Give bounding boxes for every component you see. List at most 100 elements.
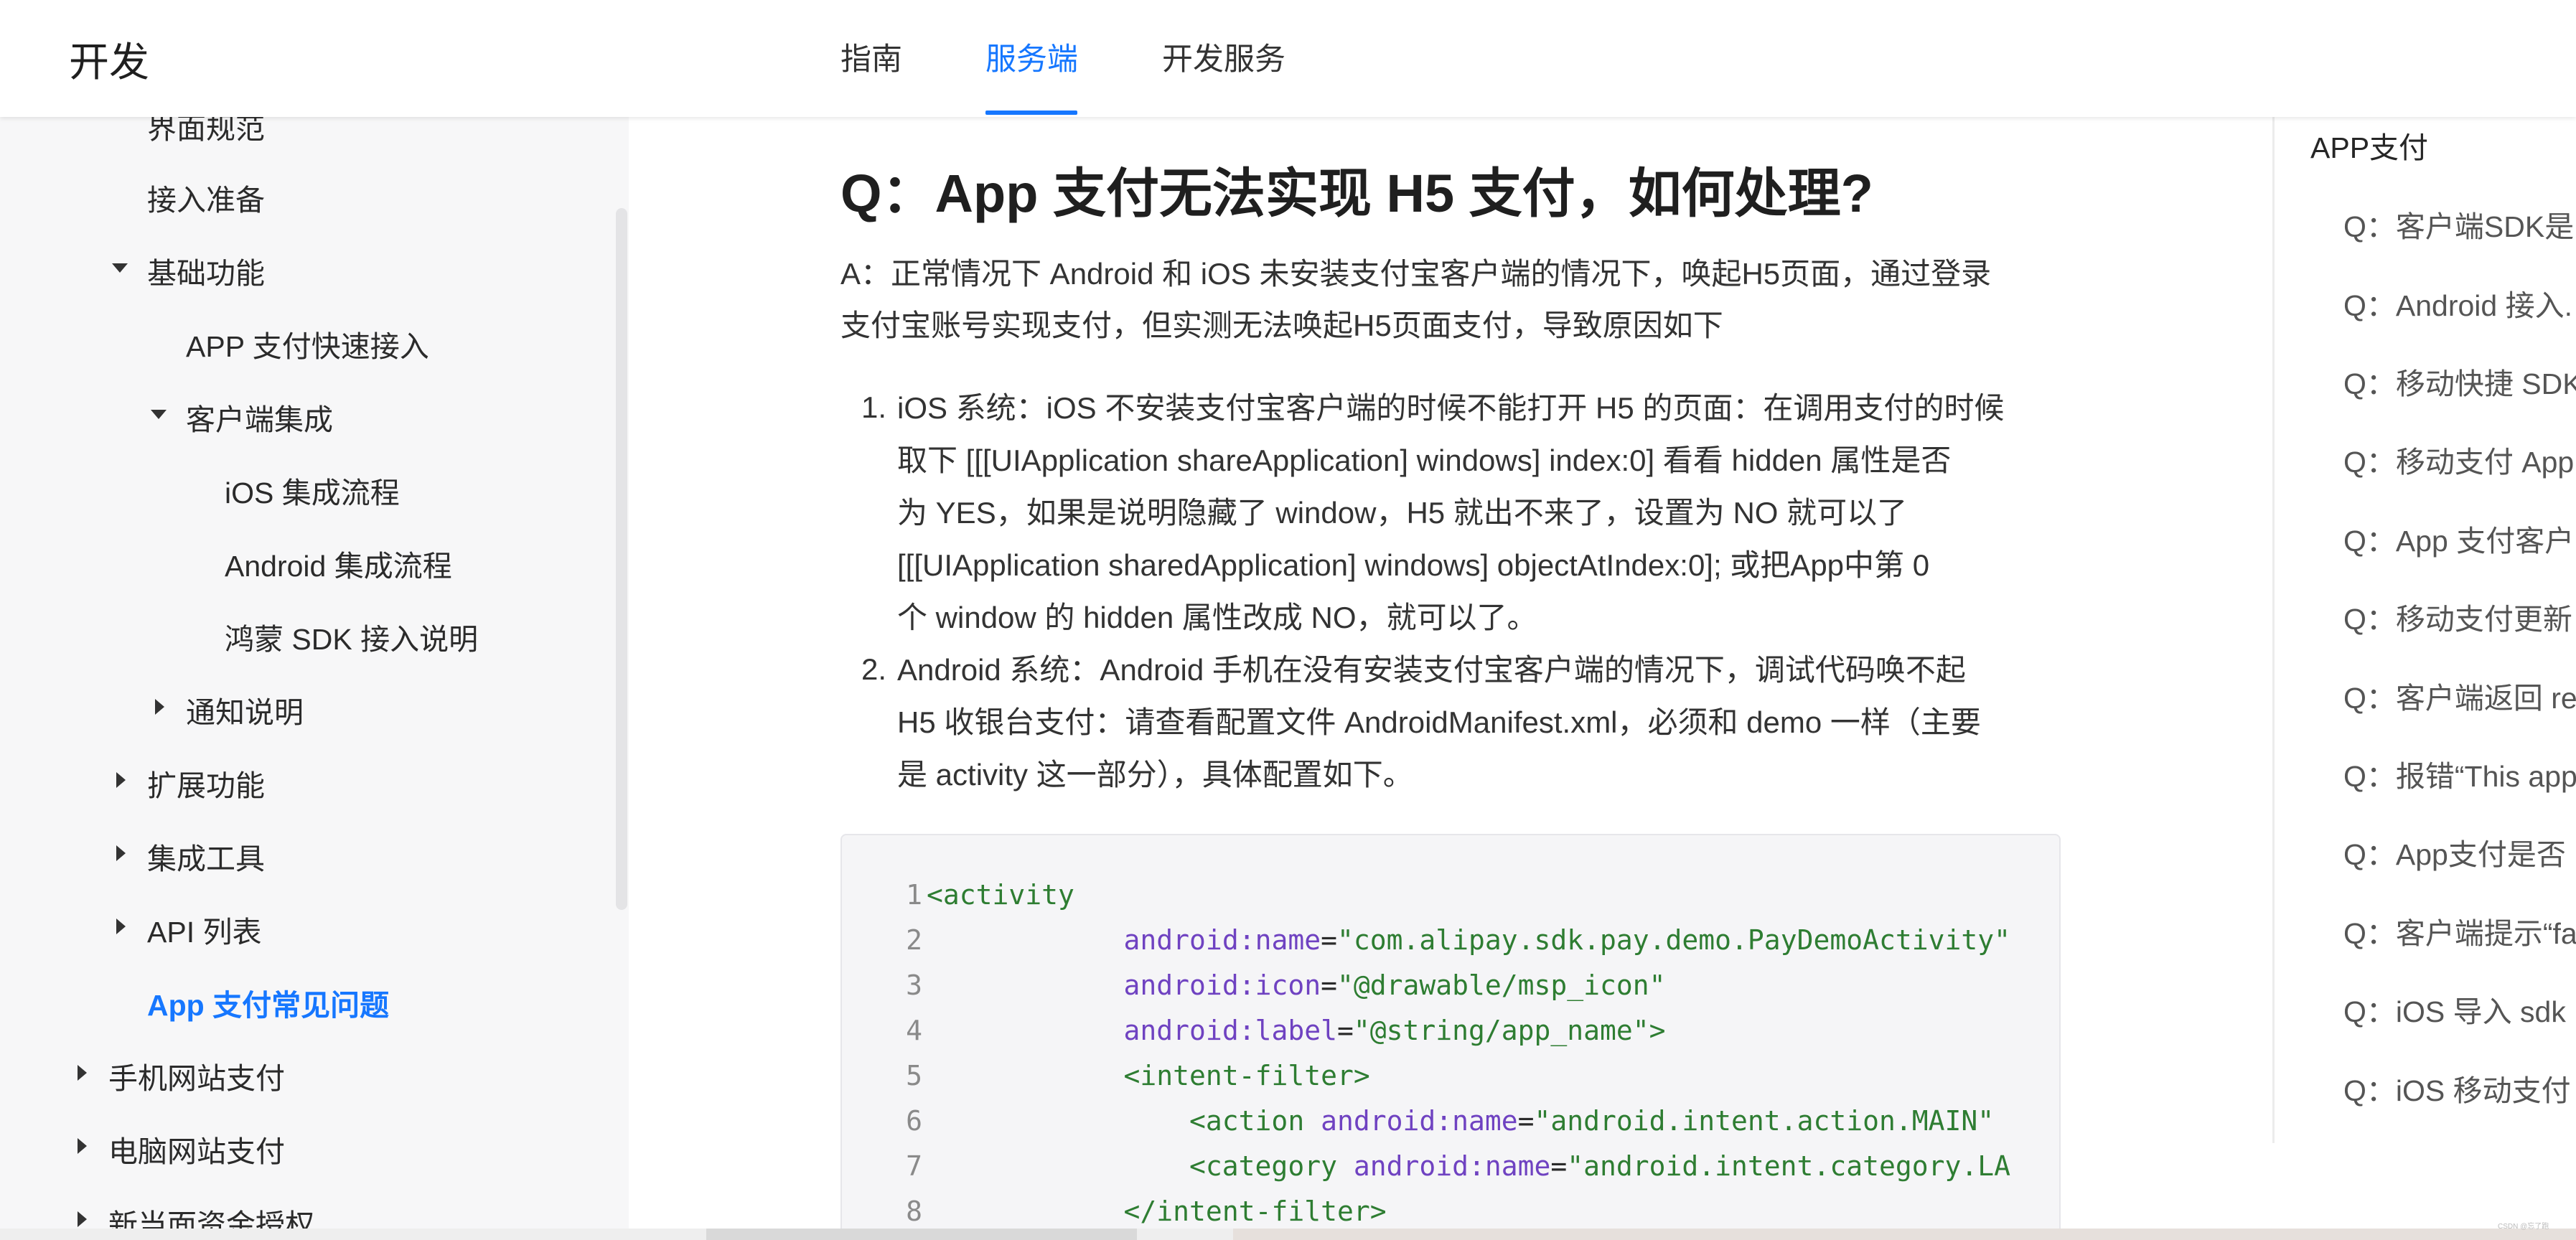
sidebar-item-app-quick[interactable]: APP 支付快速接入: [186, 322, 429, 365]
list-item-line: 个 window 的 hidden 属性改成 NO，就可以了。: [897, 601, 1537, 634]
page-title: Q：App 支付无法实现 H5 支付，如何处理?: [840, 164, 1873, 223]
toc-heading[interactable]: APP支付: [2310, 123, 2428, 166]
line-number: 1: [906, 879, 922, 911]
code-attr: android:name: [1353, 1150, 1551, 1182]
toc-item[interactable]: Q：客户端SDK是: [2343, 202, 2574, 245]
line-number: 7: [906, 1150, 922, 1182]
sidebar-item-ios[interactable]: iOS 集成流程: [225, 469, 400, 512]
caret-right-icon[interactable]: [78, 1065, 87, 1081]
sidebar-item-harmony[interactable]: 鸿蒙 SDK 接入说明: [225, 615, 478, 658]
watermark: CSDN @忘了跑: [2498, 1223, 2549, 1231]
code-equals: =: [1321, 969, 1337, 1001]
list-item-line: 是 activity 这一部分），具体配置如下。: [897, 758, 1413, 792]
list-item-line: iOS 系统：iOS 不安装支付宝客户端的时候不能打开 H5 的页面：在调用支付…: [897, 391, 2005, 425]
code-tag: </intent-filter>: [1123, 1196, 1387, 1227]
line-number: 3: [906, 969, 922, 1001]
toc-divider: [2272, 117, 2275, 1143]
line-number: 4: [906, 1015, 922, 1046]
sidebar-item-tools[interactable]: 集成工具: [147, 835, 265, 878]
line-number: 5: [906, 1060, 922, 1091]
line-number: 8: [906, 1196, 922, 1227]
sidebar-item-wap-pay[interactable]: 手机网站支付: [108, 1054, 285, 1097]
tab-dev-services[interactable]: 开发服务: [1162, 34, 1285, 79]
sidebar-item-pc-pay[interactable]: 电脑网站支付: [108, 1127, 285, 1170]
sidebar-item-api[interactable]: API 列表: [147, 908, 261, 951]
caret-right-icon[interactable]: [116, 845, 126, 861]
sidebar-scrollbar[interactable]: [616, 208, 627, 910]
code-line: 5 <intent-filter>: [842, 1053, 1370, 1098]
scrollbar-thumb[interactable]: [706, 1229, 1137, 1240]
caret-right-icon[interactable]: [155, 699, 164, 715]
caret-right-icon[interactable]: [78, 1211, 87, 1227]
top-header: 开发 指南 服务端 开发服务: [0, 0, 2576, 117]
toc-item[interactable]: Q：移动支付 App: [2343, 438, 2574, 481]
code-line: 1 <activity: [842, 873, 1074, 917]
code-equals: =: [1336, 1015, 1354, 1046]
line-number: 6: [906, 1105, 922, 1137]
code-line: 6 <action android:name="android.intent.a…: [842, 1099, 1994, 1143]
list-item-line: 为 YES，如果是说明隐藏了 window，H5 就出不来了，设置为 NO 就可…: [897, 496, 1908, 530]
code-tag: <category: [1189, 1150, 1354, 1182]
sidebar-item-faq[interactable]: App 支付常见问题: [147, 981, 389, 1024]
sidebar-item-client[interactable]: 客户端集成: [186, 395, 333, 438]
code-line: 3 android:icon="@drawable/msp_icon": [842, 963, 1666, 1008]
code-block[interactable]: 1 <activity 2 android:name="com.alipay.sd…: [840, 834, 2061, 1240]
code-value: "com.alipay.sdk.pay.demo.PayDemoActivity…: [1336, 924, 2010, 956]
code-tag: <intent-filter>: [1123, 1060, 1370, 1091]
toc-item[interactable]: Q：iOS 移动支付: [2343, 1066, 2571, 1109]
intro-line: 支付宝账号实现支付，但实测无法唤起H5页面支付，导致原因如下: [840, 309, 1723, 342]
list-item-line: [[[UIApplication sharedApplication] wind…: [897, 548, 1930, 582]
sidebar-nav: [0, 117, 629, 1240]
sidebar-item-prepare[interactable]: 接入准备: [147, 176, 265, 219]
sidebar-item-notify[interactable]: 通知说明: [186, 688, 304, 731]
code-line: 7 <category android:name="android.intent…: [842, 1144, 2010, 1188]
code-attr: android:name: [1321, 1105, 1518, 1137]
toc-item[interactable]: Q：iOS 导入 sdk: [2343, 987, 2566, 1030]
list-item-line: 取下 [[[UIApplication shareApplication] wi…: [897, 443, 1952, 477]
list-number: 2.: [861, 652, 887, 686]
toc-item[interactable]: Q：Android 接入.: [2343, 281, 2572, 324]
code-attr: android:name: [1123, 924, 1321, 956]
caret-down-icon[interactable]: [151, 410, 167, 419]
code-tag: <action: [1189, 1105, 1321, 1137]
tab-guide[interactable]: 指南: [840, 34, 902, 79]
sidebar-item-android[interactable]: Android 集成流程: [225, 542, 452, 585]
toc-item[interactable]: Q：移动支付更新: [2343, 595, 2572, 638]
toc-item[interactable]: Q：移动快捷 SDK: [2343, 360, 2576, 403]
toc-item[interactable]: Q：客户端返回 re: [2343, 674, 2576, 717]
tab-server[interactable]: 服务端: [985, 34, 1078, 79]
code-equals: =: [1321, 924, 1337, 956]
list-item-line: H5 收银台支付：请查看配置文件 AndroidManifest.xml，必须和…: [897, 705, 1981, 739]
code-tag: <activity: [927, 879, 1074, 911]
caret-right-icon[interactable]: [116, 772, 126, 788]
code-value: "android.intent.action.MAIN": [1534, 1105, 1995, 1137]
caret-right-icon[interactable]: [78, 1138, 87, 1154]
toc-item[interactable]: Q：App 支付客户: [2343, 517, 2574, 560]
caret-right-icon[interactable]: [116, 919, 126, 934]
code-equals: =: [1550, 1150, 1568, 1182]
code-line: 2 android:name="com.alipay.sdk.pay.demo.…: [842, 918, 2010, 962]
brand-title[interactable]: 开发: [69, 30, 149, 88]
sidebar-item-basic[interactable]: 基础功能: [147, 249, 265, 292]
code-value: "@string/app_name": [1353, 1015, 1649, 1046]
sidebar-item-extend[interactable]: 扩展功能: [147, 761, 265, 804]
code-tail: >: [1649, 1015, 1666, 1046]
code-value: "@drawable/msp_icon": [1336, 969, 1666, 1001]
code-line: 8 </intent-filter>: [842, 1189, 1387, 1234]
toc-item[interactable]: Q：App支付是否: [2343, 830, 2566, 873]
code-equals: =: [1517, 1105, 1535, 1137]
toc-item[interactable]: Q：报错“This app: [2343, 752, 2576, 795]
intro-line: A：正常情况下 Android 和 iOS 未安装支付宝客户端的情况下，唤起H5…: [840, 257, 1992, 291]
toc-item[interactable]: Q：客户端提示“fa: [2343, 909, 2576, 952]
caret-down-icon[interactable]: [112, 263, 128, 273]
code-line: 4 android:label="@string/app_name">: [842, 1008, 1666, 1053]
active-tab-indicator: [985, 111, 1077, 115]
line-number: 2: [906, 924, 922, 956]
